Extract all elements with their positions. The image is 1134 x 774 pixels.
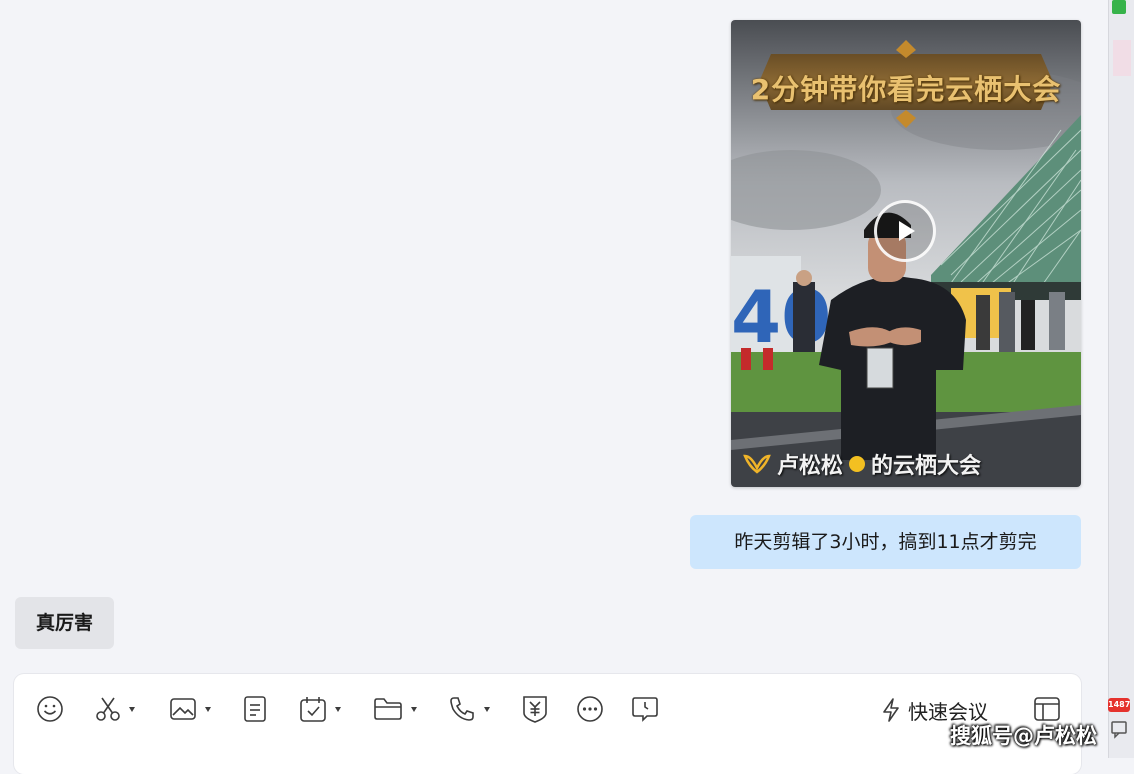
image-button[interactable] (169, 692, 211, 726)
caption-title: 的云栖大会 (871, 454, 982, 479)
more-button[interactable] (576, 692, 604, 726)
chevron-down-icon[interactable] (484, 706, 490, 712)
caption-name: 卢松松 (777, 454, 844, 479)
watermark: 搜狐号@卢松松 (950, 724, 1097, 748)
unread-badge: 1487 (1108, 698, 1130, 712)
message-icon[interactable] (1110, 718, 1128, 740)
chevron-down-icon[interactable] (129, 706, 135, 712)
online-status-indicator (1112, 0, 1126, 14)
sidebar-tab[interactable] (1113, 40, 1131, 76)
call-button[interactable] (448, 692, 490, 726)
emoji-button[interactable] (36, 692, 64, 726)
channel-logo-icon (743, 454, 771, 474)
more-icon (577, 696, 603, 722)
yuan-shield-icon (523, 696, 547, 723)
chevron-down-icon[interactable] (335, 706, 341, 712)
smiley-icon (37, 696, 63, 722)
play-button[interactable] (874, 200, 936, 262)
red-packet-button[interactable] (522, 692, 548, 726)
document-button[interactable] (243, 692, 267, 726)
scissors-icon (96, 697, 120, 721)
screenshot-button[interactable] (95, 692, 135, 726)
incoming-message-bubble: 真厉害 (15, 597, 114, 649)
calendar-check-icon (300, 697, 326, 722)
right-sidebar-edge (1108, 0, 1134, 758)
video-message[interactable]: 40 2分钟带你看完云栖大会 卢松松 的云栖大会 (731, 20, 1081, 487)
chevron-down-icon[interactable] (411, 706, 417, 712)
svg-text:40: 40 (731, 275, 831, 359)
clock-bubble-icon (632, 697, 658, 722)
outgoing-message-bubble: 昨天剪辑了3小时，搞到11点才剪完 (690, 515, 1081, 569)
file-button[interactable] (373, 692, 417, 726)
schedule-button[interactable] (299, 692, 341, 726)
panel-icon (1034, 697, 1060, 721)
phone-icon (450, 697, 474, 721)
chevron-down-icon[interactable] (205, 706, 211, 712)
chat-history-button[interactable] (631, 692, 659, 726)
video-title: 2分钟带你看完云栖大会 (750, 73, 1062, 106)
play-icon (899, 221, 915, 241)
folder-icon (374, 698, 402, 720)
sticker-icon (849, 456, 866, 472)
image-icon (170, 698, 196, 720)
video-caption: 卢松松 的云栖大会 (743, 448, 981, 480)
lightning-icon (883, 698, 899, 722)
document-icon (244, 696, 266, 722)
